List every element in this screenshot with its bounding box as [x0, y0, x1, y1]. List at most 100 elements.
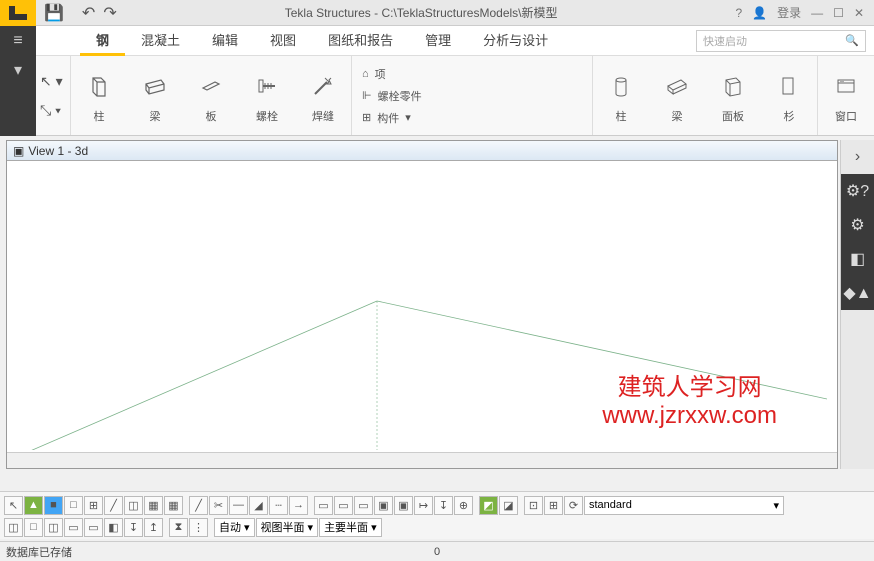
tbtn-arrow[interactable]: → — [289, 496, 308, 515]
tbtn-cnr[interactable]: ◢ — [249, 496, 268, 515]
save-icon[interactable]: 💾 — [44, 3, 64, 23]
tool-window[interactable]: 窗口 — [818, 56, 874, 135]
settings-help-icon[interactable]: ⚙? — [841, 174, 874, 208]
tbtn-sq4[interactable]: ▭ — [334, 496, 353, 515]
tab-view[interactable]: 视图 — [254, 26, 312, 56]
viewport-3d[interactable]: 1 建筑人学习网 www.jzrxxw.com — [7, 161, 837, 450]
cursor-alt-icon[interactable]: ⤡ ▾ — [40, 102, 70, 119]
tab-analysis[interactable]: 分析与设计 — [467, 26, 564, 56]
tbtn-refresh[interactable]: ⟳ — [564, 496, 583, 515]
tool-concrete-beam[interactable]: 梁 — [649, 56, 705, 135]
tbtn-sq1[interactable]: ■ — [44, 496, 63, 515]
tbtn-r2-hg[interactable]: ⧗ — [169, 518, 188, 537]
tbtn-sq6[interactable]: ▣ — [374, 496, 393, 515]
list-item-assembly[interactable]: ⊞构件 ▾ — [362, 110, 441, 126]
tbtn-r2-3[interactable]: ◫ — [44, 518, 63, 537]
list-item-part[interactable]: ⌂项 — [362, 66, 441, 82]
cube-icon[interactable]: ◧ — [841, 242, 874, 276]
tbtn-grid2[interactable]: ▦ — [144, 496, 163, 515]
window-title: Tekla Structures - C:\TeklaStructuresMod… — [117, 4, 726, 21]
tbtn-dim2[interactable]: ⊞ — [544, 496, 563, 515]
tbtn-sq3[interactable]: ▭ — [314, 496, 333, 515]
tbtn-cursor[interactable]: ↖ — [4, 496, 23, 515]
combo-view-half[interactable]: 视图半面 ▾ — [256, 518, 319, 537]
tbtn-grid1[interactable]: ⊞ — [84, 496, 103, 515]
hamburger-icon[interactable]: ≡ — [13, 32, 22, 50]
help-icon[interactable]: ? — [736, 6, 743, 20]
tbtn-dim[interactable]: ⊡ — [524, 496, 543, 515]
combo-auto[interactable]: 自动 ▾ — [214, 518, 255, 537]
tbtn-r2-6[interactable]: ◧ — [104, 518, 123, 537]
tab-drawings[interactable]: 图纸和报告 — [312, 26, 409, 56]
tool-weld[interactable]: 焊缝 — [295, 56, 351, 135]
minimize-icon[interactable]: — — [811, 6, 823, 20]
combo-standard[interactable]: standard▾ — [584, 496, 784, 515]
tbtn-dash[interactable]: ┄ — [269, 496, 288, 515]
status-center-value: 0 — [434, 546, 440, 558]
tbtn-r2-2[interactable]: □ — [24, 518, 43, 537]
tbtn-diag[interactable]: ╱ — [104, 496, 123, 515]
tbtn-r2-7[interactable]: ↧ — [124, 518, 143, 537]
shapes-icon[interactable]: ◆▲ — [841, 276, 874, 310]
view-window-icon: ▣ — [13, 144, 24, 158]
tool-plate[interactable]: 板 — [183, 56, 239, 135]
tbtn-view2[interactable]: ◪ — [499, 496, 518, 515]
tbtn-tri1[interactable]: ▲ — [24, 496, 43, 515]
status-bar: 数据库已存储 0 — [0, 541, 874, 561]
tool-concrete-column[interactable]: 柱 — [593, 56, 649, 135]
bolt-icon: ⊩ — [362, 89, 372, 102]
tbtn-r2-8[interactable]: ↥ — [144, 518, 163, 537]
bottom-toolbar: ↖ ▲ ■ □ ⊞ ╱ ◫ ▦ ▦ ╱ ✂ — ◢ ┄ → ▭ ▭ ▭ ▣ ▣ … — [0, 491, 874, 539]
search-placeholder: 快速启动 — [703, 33, 747, 49]
tbtn-grid3[interactable]: ▦ — [164, 496, 183, 515]
view-titlebar[interactable]: ▣ View 1 - 3d — [7, 141, 837, 161]
horizontal-scrollbar[interactable] — [7, 452, 837, 468]
tbtn-cube1[interactable]: ◫ — [124, 496, 143, 515]
settings-icon[interactable]: ⚙ — [841, 208, 874, 242]
tool-column[interactable]: 柱 — [71, 56, 127, 135]
tbtn-darrow[interactable]: ↧ — [434, 496, 453, 515]
tbtn-rarrow[interactable]: ↦ — [414, 496, 433, 515]
tab-steel[interactable]: 钢 — [80, 26, 125, 56]
status-message: 数据库已存储 — [6, 544, 72, 560]
redo-icon[interactable]: ↷ — [103, 3, 116, 23]
maximize-icon[interactable]: ☐ — [833, 6, 844, 20]
tbtn-view1[interactable]: ◩ — [479, 496, 498, 515]
tbtn-sq5[interactable]: ▭ — [354, 496, 373, 515]
tab-edit[interactable]: 编辑 — [196, 26, 254, 56]
tbtn-cut[interactable]: ✂ — [209, 496, 228, 515]
close-icon[interactable]: ✕ — [854, 6, 864, 20]
app-logo[interactable] — [0, 0, 36, 26]
user-icon[interactable]: 👤 — [752, 6, 767, 20]
expand-panel-icon[interactable]: › — [841, 140, 874, 174]
item-icon: ⌂ — [362, 68, 369, 80]
tbtn-line2[interactable]: — — [229, 496, 248, 515]
svg-text:1: 1 — [427, 448, 435, 450]
tbtn-sq7[interactable]: ▣ — [394, 496, 413, 515]
undo-icon[interactable]: ↶ — [82, 3, 95, 23]
tool-bolt[interactable]: 螺栓 — [239, 56, 295, 135]
quick-launch-search[interactable]: 快速启动 🔍 — [696, 30, 866, 52]
tab-concrete[interactable]: 混凝土 — [125, 26, 196, 56]
cursor-select-icon[interactable]: ↖ ▾ — [40, 73, 70, 90]
combo-main-half[interactable]: 主要半面 ▾ — [319, 518, 382, 537]
tab-manage[interactable]: 管理 — [409, 26, 467, 56]
tbtn-r2-5[interactable]: ▭ — [84, 518, 103, 537]
tbtn-radial[interactable]: ⊕ — [454, 496, 473, 515]
tbtn-r2-9[interactable]: ⋮ — [189, 518, 208, 537]
tbtn-sq2[interactable]: □ — [64, 496, 83, 515]
tbtn-r2-4[interactable]: ▭ — [64, 518, 83, 537]
watermark: 建筑人学习网 www.jzrxxw.com — [602, 367, 777, 430]
tool-extra[interactable]: 杉 — [761, 56, 817, 135]
tbtn-line[interactable]: ╱ — [189, 496, 208, 515]
view-title: View 1 - 3d — [28, 144, 88, 158]
list-item-bolt-parts[interactable]: ⊩螺栓零件 — [362, 88, 441, 104]
view-panel: ▣ View 1 - 3d 1 建筑人学习网 www.jzrxxw.com — [6, 140, 838, 469]
dropdown-icon[interactable]: ▾ — [14, 60, 22, 80]
login-link[interactable]: 登录 — [777, 4, 801, 21]
tool-beam[interactable]: 梁 — [127, 56, 183, 135]
tbtn-r2-1[interactable]: ◫ — [4, 518, 23, 537]
tool-panel[interactable]: 面板 — [705, 56, 761, 135]
assembly-icon: ⊞ — [362, 111, 371, 124]
search-icon: 🔍 — [845, 34, 859, 47]
